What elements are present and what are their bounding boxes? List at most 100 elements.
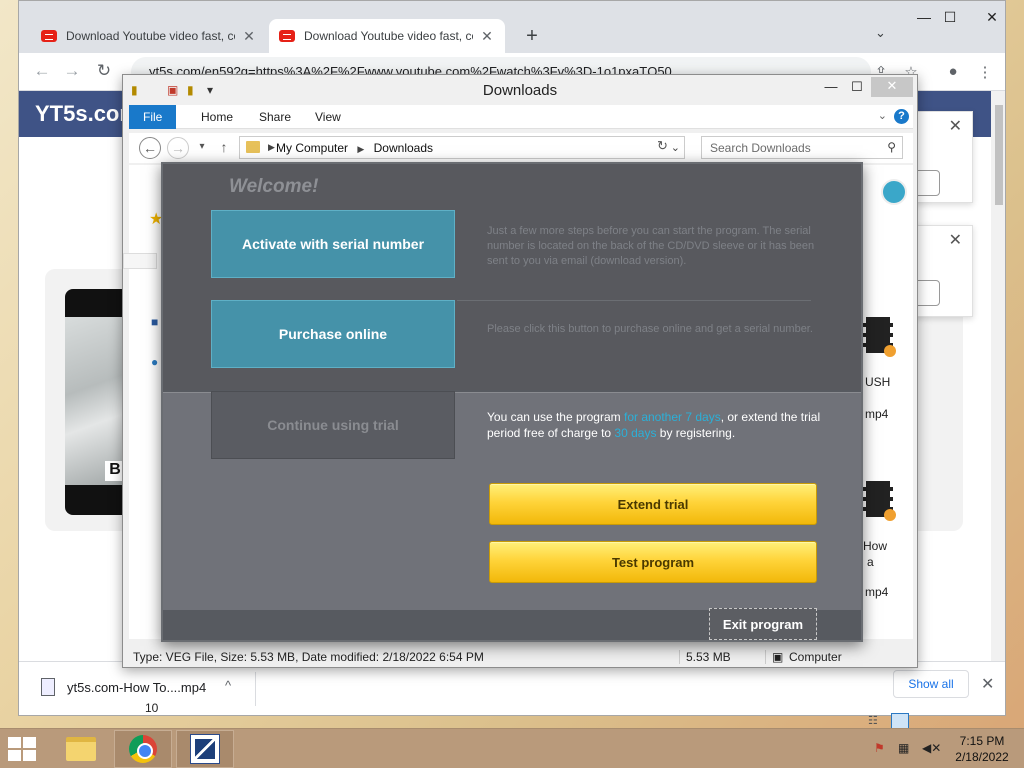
file-name-fragment[interactable]: USH: [865, 375, 890, 389]
video-editor-icon: [190, 734, 220, 764]
show-all-button[interactable]: Show all: [893, 670, 969, 698]
close-icon[interactable]: ✕: [981, 674, 994, 694]
video-file-thumbnail[interactable]: [863, 481, 896, 521]
close-icon[interactable]: ✕: [949, 116, 962, 136]
expand-ribbon-icon[interactable]: ⌄: [878, 109, 887, 122]
chrome-icon: [129, 735, 157, 763]
download-shelf: yt5s.com-How To....mp4 ^ Show all ✕: [19, 661, 1005, 715]
chevron-down-icon[interactable]: ⌄: [671, 141, 680, 154]
file-ext-fragment[interactable]: mp4: [865, 407, 888, 421]
window-title: Downloads: [482, 82, 558, 99]
status-bar: Type: VEG File, Size: 5.53 MB, Date modi…: [129, 647, 913, 667]
download-item[interactable]: yt5s.com-How To....mp4: [67, 680, 206, 695]
file-name-fragment[interactable]: a: [867, 555, 874, 569]
dialog-upper-panel: Welcome! Activate with serial number Jus…: [163, 164, 861, 390]
search-icon: ⚲: [887, 140, 896, 154]
breadcrumb-downloads[interactable]: Downloads: [374, 141, 433, 155]
trial-days-remaining: for another 7 days: [623, 410, 721, 424]
up-icon[interactable]: ↑: [213, 137, 235, 159]
taskbar-app[interactable]: [176, 730, 234, 768]
large-icons-view-icon[interactable]: [891, 713, 909, 729]
tab-search-icon[interactable]: ⌄: [875, 25, 886, 41]
file-icon: [41, 678, 55, 696]
trial-text: You can use the program: [487, 410, 624, 424]
taskbar-chrome[interactable]: [114, 730, 172, 768]
welcome-dialog: Welcome! Activate with serial number Jus…: [161, 162, 863, 642]
close-window-button[interactable]: ✕: [977, 9, 1007, 26]
continue-trial-button[interactable]: Continue using trial: [211, 391, 455, 459]
status-file-info: Type: VEG File, Size: 5.53 MB, Date modi…: [133, 650, 484, 664]
details-view-icon[interactable]: ☷: [867, 713, 885, 729]
trial-extended-days: 30 days: [614, 426, 657, 440]
chevron-up-icon[interactable]: ^: [225, 678, 231, 693]
purchase-description: Please click this button to purchase onl…: [487, 323, 813, 335]
computer-icon[interactable]: ■: [151, 315, 158, 329]
forward-icon[interactable]: →: [167, 137, 189, 159]
refresh-icon[interactable]: ↻: [657, 138, 668, 154]
youtube-favicon-icon: [41, 30, 57, 42]
exit-program-button[interactable]: Exit program: [709, 608, 817, 640]
purchase-online-button[interactable]: Purchase online: [211, 300, 455, 368]
ribbon-tabs: File Home Share View ⌄ ?: [129, 105, 913, 129]
tab-title: Download Youtube video fast, co: [66, 29, 235, 43]
taskbar-file-explorer[interactable]: [52, 730, 110, 768]
extend-trial-button[interactable]: Extend trial: [489, 483, 817, 525]
volume-muted-icon[interactable]: ◀✕: [922, 741, 941, 755]
tab-view[interactable]: View: [301, 105, 355, 129]
network-icon[interactable]: ▦: [898, 741, 909, 755]
search-placeholder: Search Downloads: [710, 141, 811, 155]
action-center-flag-icon[interactable]: ⚑: [874, 741, 885, 755]
browser-tab-2[interactable]: Download Youtube video fast, co ✕: [269, 19, 505, 53]
test-program-button[interactable]: Test program: [489, 541, 817, 583]
explorer-titlebar[interactable]: ▮ ▣ ▮ ▾ Downloads — ☐ ✕: [123, 75, 917, 105]
close-tab-icon[interactable]: ✕: [241, 28, 257, 45]
forward-icon[interactable]: →: [61, 61, 83, 81]
youtube-favicon-icon: [279, 30, 295, 42]
maximize-button[interactable]: ☐: [843, 79, 871, 95]
help-icon[interactable]: ?: [894, 109, 909, 124]
menu-kebab-icon[interactable]: ⋮: [975, 63, 995, 81]
browser-tab-1[interactable]: Download Youtube video fast, co ✕: [31, 19, 267, 53]
trial-text: by registering.: [656, 426, 736, 440]
dialog-title: Welcome!: [229, 176, 319, 197]
divider: [255, 672, 256, 706]
tab-home[interactable]: Home: [187, 105, 247, 129]
close-window-button[interactable]: ✕: [871, 77, 913, 97]
computer-icon: ▣: [765, 650, 783, 664]
clock-date: 2/18/2022: [955, 750, 1009, 764]
folder-icon: [246, 141, 260, 153]
maximize-button[interactable]: ☐: [935, 9, 965, 26]
recent-locations-icon[interactable]: ▾: [191, 137, 213, 159]
file-name-fragment[interactable]: How: [863, 539, 887, 553]
system-clock[interactable]: 7:15 PM 2/18/2022: [950, 733, 1014, 765]
scrollbar-thumb[interactable]: [995, 105, 1003, 205]
breadcrumb-my-computer[interactable]: My Computer: [276, 141, 348, 155]
windows-start-icon[interactable]: [8, 737, 38, 761]
network-icon[interactable]: ●: [151, 355, 158, 369]
activate-description: Just a few more steps before you can sta…: [487, 225, 815, 267]
trial-description: You can use the program for another 7 da…: [487, 409, 833, 441]
close-tab-icon[interactable]: ✕: [479, 28, 495, 45]
tab-share[interactable]: Share: [245, 105, 305, 129]
close-icon[interactable]: ✕: [949, 230, 962, 250]
video-file-thumbnail[interactable]: [863, 317, 896, 357]
status-location: Computer: [789, 650, 842, 664]
app-icon[interactable]: [881, 179, 907, 205]
back-icon[interactable]: ←: [31, 61, 53, 81]
tab-file[interactable]: File: [129, 105, 177, 129]
activate-serial-button[interactable]: Activate with serial number: [211, 210, 455, 278]
item-count: 10: [145, 701, 159, 715]
profile-avatar-icon[interactable]: ●: [943, 63, 963, 80]
breadcrumb-separator-icon: ▶: [268, 142, 275, 152]
tab-title: Download Youtube video fast, co: [304, 29, 473, 43]
back-icon[interactable]: ←: [139, 137, 161, 159]
minimize-button[interactable]: —: [817, 79, 845, 94]
file-ext-fragment[interactable]: mp4: [865, 585, 888, 599]
new-tab-button[interactable]: +: [519, 23, 545, 49]
address-row: ← → ▾ ↑ ▶ My Computer ▶ Downloads ⌄ ↻ Se…: [129, 133, 913, 163]
folder-icon: [66, 737, 96, 761]
reload-icon[interactable]: ↻: [93, 61, 115, 81]
search-input[interactable]: Search Downloads ⚲: [701, 136, 903, 159]
clock-time: 7:15 PM: [959, 734, 1005, 748]
breadcrumb[interactable]: ▶ My Computer ▶ Downloads ⌄: [239, 136, 685, 159]
